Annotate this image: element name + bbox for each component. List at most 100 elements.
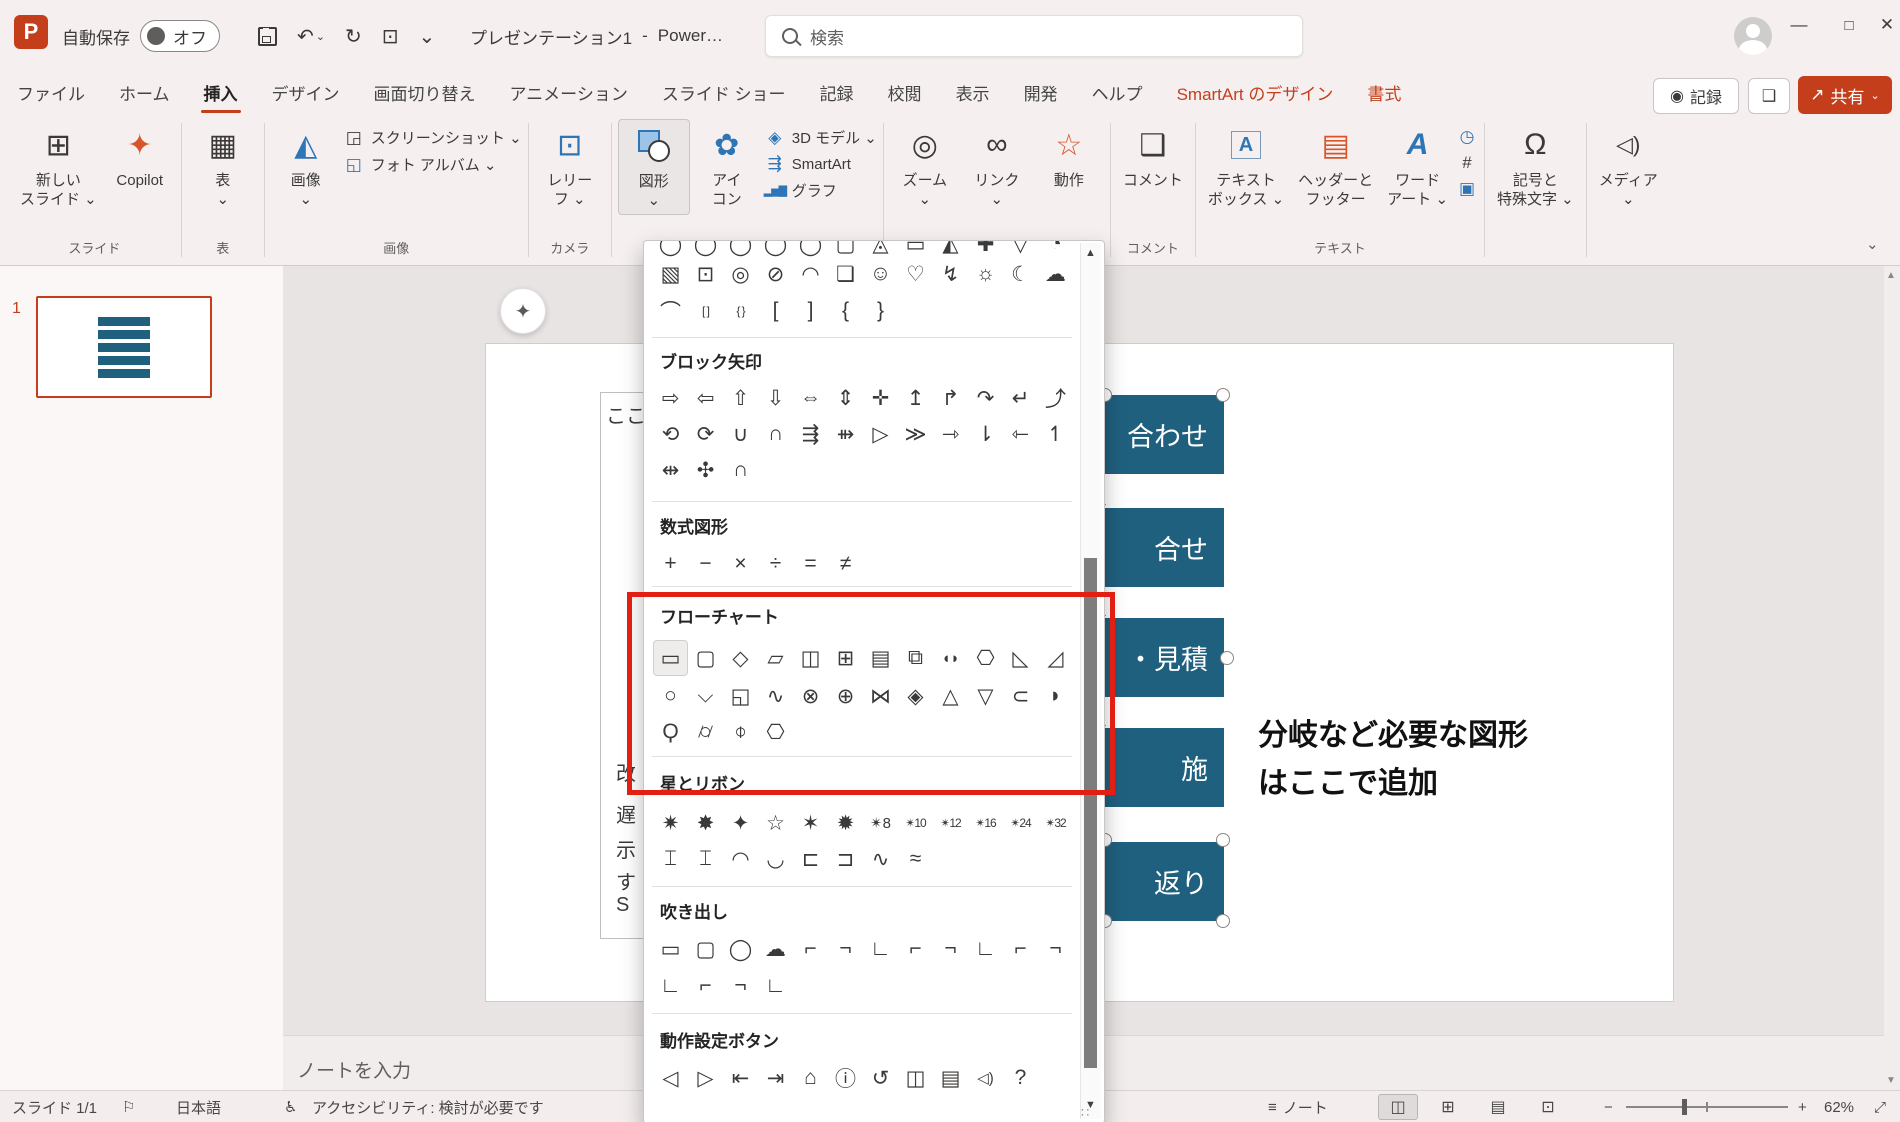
shape-cell[interactable]: ⟲	[654, 417, 687, 451]
smartart-button[interactable]: ⇶SmartArt	[764, 154, 877, 174]
scroll-down-icon[interactable]: ▼	[1886, 1075, 1896, 1086]
selection-handle[interactable]	[1216, 833, 1230, 847]
autosave-toggle[interactable]: オフ	[140, 0, 220, 72]
copilot-button[interactable]: ✦Copilot	[105, 119, 175, 194]
shape-cell[interactable]: ×	[724, 547, 757, 581]
slide-number-button[interactable]: #	[1456, 153, 1478, 173]
shape-cell[interactable]: ✴8	[864, 806, 897, 840]
shape-cell[interactable]: ⌒	[654, 294, 687, 328]
media-button[interactable]: ◁)メディア⌄	[1593, 119, 1664, 213]
shape-cell[interactable]: ◁)	[969, 1061, 1002, 1095]
undo-icon[interactable]: ↶⌄	[297, 24, 325, 49]
record-button[interactable]: ◉ 記録	[1653, 78, 1739, 114]
tab-ホーム[interactable]: ホーム	[102, 72, 187, 115]
shape-cell[interactable]: ⇹	[654, 453, 687, 487]
search-input[interactable]: 検索	[765, 15, 1303, 57]
shape-cell[interactable]: ⟳	[689, 417, 722, 451]
zoom-in-button[interactable]: +	[1798, 1091, 1807, 1122]
shape-cell[interactable]: ⌶	[654, 842, 687, 876]
shape-cell[interactable]: ⇩	[759, 381, 792, 415]
tab-ファイル[interactable]: ファイル	[0, 72, 102, 115]
shape-cell[interactable]: ✶	[794, 806, 827, 840]
shape-cell[interactable]: ☾	[1004, 257, 1037, 291]
shape-cell[interactable]: { }	[724, 294, 757, 328]
shape-cell[interactable]: ¬	[724, 969, 757, 1003]
maximize-button[interactable]: □	[1826, 0, 1872, 50]
shape-cell[interactable]: −	[689, 547, 722, 581]
minimize-button[interactable]: —	[1776, 0, 1822, 50]
shape-cell[interactable]: ⇧	[724, 381, 757, 415]
zoom-slider[interactable]	[1626, 1091, 1788, 1122]
shape-cell[interactable]: ⌶	[689, 842, 722, 876]
action-button[interactable]: ☆動作	[1034, 119, 1104, 194]
zoom-out-button[interactable]: −	[1604, 1091, 1613, 1122]
shape-cell[interactable]: ↥	[899, 381, 932, 415]
new-slide-button[interactable]: ⊞新しいスライド ⌄	[14, 119, 103, 213]
reading-view-button[interactable]: ▤	[1478, 1094, 1518, 1120]
tab-記録[interactable]: 記録	[803, 72, 871, 115]
shape-cell[interactable]: ✴32	[1039, 806, 1072, 840]
shape-cell[interactable]: ◯	[724, 932, 757, 966]
shape-cell[interactable]: {	[829, 294, 862, 328]
shape-cell[interactable]: ✸	[689, 806, 722, 840]
customize-quick-access-icon[interactable]: ⌄	[419, 24, 436, 49]
chart-button[interactable]: ▂▅▇グラフ	[764, 180, 877, 201]
shape-cell[interactable]: ¬	[934, 932, 967, 966]
cameo-button[interactable]: ⊡レリーフ ⌄	[535, 119, 605, 213]
shape-cell[interactable]: ∪	[724, 417, 757, 451]
shape-cell[interactable]: ↵	[1004, 381, 1037, 415]
shape-cell[interactable]: ◎	[724, 257, 757, 291]
notes-toggle[interactable]: ≡ ノート	[1268, 1091, 1328, 1122]
icons-button[interactable]: ✿アイコン	[692, 119, 762, 213]
start-slideshow-icon[interactable]: ⊡	[382, 24, 399, 49]
tab-デザイン[interactable]: デザイン	[255, 72, 357, 115]
shape-cell[interactable]: ↷	[969, 381, 1002, 415]
shape-cell[interactable]: ↱	[934, 381, 967, 415]
shape-cell[interactable]: ÷	[759, 547, 792, 581]
link-button[interactable]: ∞リンク⌄	[962, 119, 1032, 213]
shape-cell[interactable]: ⌐	[794, 932, 827, 966]
shape-cell[interactable]: ⇾	[934, 417, 967, 451]
shape-cell[interactable]: ∟	[759, 969, 792, 1003]
screenshot-button[interactable]: ◲スクリーンショット ⌄	[343, 127, 522, 148]
table-button[interactable]: ▦表⌄	[188, 119, 258, 213]
tab-挿入[interactable]: 挿入	[187, 72, 255, 115]
shape-cell[interactable]: ⇽	[1004, 417, 1037, 451]
shape-cell[interactable]: ⇶	[794, 417, 827, 451]
3d-models-button[interactable]: ◈3D モデル ⌄	[764, 127, 877, 148]
designer-button[interactable]: ✦	[500, 288, 546, 334]
shape-cell[interactable]: ✣	[689, 453, 722, 487]
scroll-up-icon[interactable]: ▲	[1085, 247, 1096, 259]
accessibility-status[interactable]: アクセシビリティ: 検討が必要です	[312, 1091, 544, 1122]
shape-cell[interactable]: ✛	[864, 381, 897, 415]
shape-cell[interactable]: ◠	[724, 842, 757, 876]
slide-sorter-button[interactable]: ⊞	[1428, 1094, 1468, 1120]
shape-cell[interactable]: ☁	[1039, 257, 1072, 291]
shape-cell[interactable]: ⊘	[759, 257, 792, 291]
shape-cell[interactable]: ⊐	[829, 842, 862, 876]
shape-cell[interactable]: ⇥	[759, 1061, 792, 1095]
tab-画面切り替え[interactable]: 画面切り替え	[357, 72, 493, 115]
zoom-slider-thumb[interactable]	[1682, 1099, 1687, 1115]
comments-button[interactable]: ❑	[1748, 78, 1790, 114]
zoom-level[interactable]: 62%	[1824, 1091, 1854, 1122]
tab-ヘルプ[interactable]: ヘルプ	[1075, 72, 1160, 115]
shape-cell[interactable]: ✴10	[899, 806, 932, 840]
shape-cell[interactable]: ↺	[864, 1061, 897, 1095]
text-box-button[interactable]: Aテキストボックス ⌄	[1202, 119, 1290, 213]
shape-cell[interactable]: ⌐	[689, 969, 722, 1003]
shape-cell[interactable]: ↿	[1039, 417, 1072, 451]
shape-cell[interactable]: ✴24	[1004, 806, 1037, 840]
account-avatar[interactable]	[1734, 17, 1772, 55]
shape-cell[interactable]: ≈	[899, 842, 932, 876]
shape-cell[interactable]: ◠	[794, 257, 827, 291]
collapse-ribbon-icon[interactable]: ⌄	[1866, 235, 1879, 253]
shape-cell[interactable]: ▭	[654, 932, 687, 966]
shape-cell[interactable]: ☆	[759, 806, 792, 840]
slide-thumbnail[interactable]	[36, 296, 212, 398]
shape-cell[interactable]: ✴12	[934, 806, 967, 840]
shape-cell[interactable]: ∟	[864, 932, 897, 966]
shape-cell[interactable]: ]	[794, 294, 827, 328]
shape-cell[interactable]: ∩	[724, 453, 757, 487]
shape-cell[interactable]: ⇻	[829, 417, 862, 451]
